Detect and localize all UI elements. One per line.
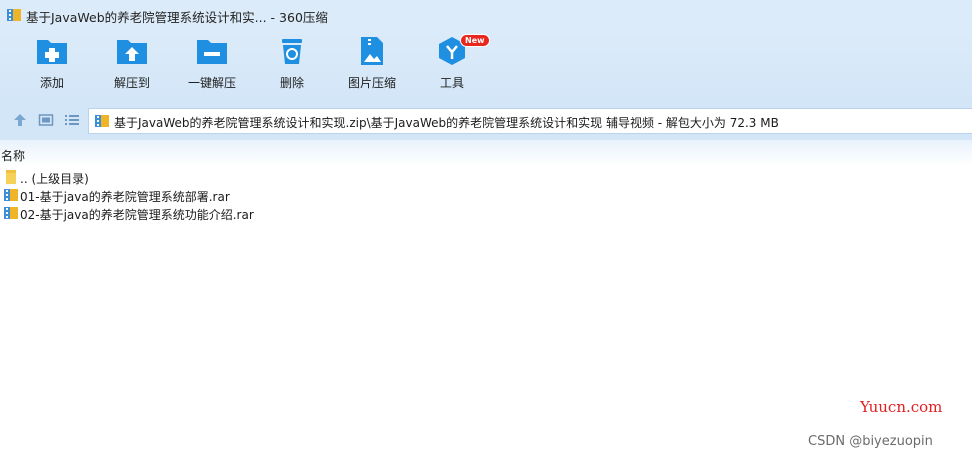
list-header: 名称	[0, 140, 972, 166]
add-button[interactable]: 添加	[12, 36, 92, 96]
image-compress-icon	[361, 37, 383, 65]
file-list: .. (上级目录) 01-基于java的养老院管理系统部署.rar 02-基于j…	[0, 168, 972, 222]
new-badge: New	[460, 34, 490, 47]
site-watermark: Yuucn.com	[860, 398, 943, 416]
file-name: 01-基于java的养老院管理系统部署.rar	[20, 190, 230, 204]
path-text: 基于JavaWeb的养老院管理系统设计和实现.zip\基于JavaWeb的养老院…	[114, 116, 779, 130]
window-title: 基于JavaWeb的养老院管理系统设计和实... - 360压缩	[26, 10, 328, 25]
author-watermark: CSDN @biyezuopin	[808, 434, 933, 449]
add-icon	[37, 40, 67, 64]
tools-label: 工具	[439, 76, 464, 90]
extract-to-label: 解压到	[113, 76, 150, 90]
delete-icon	[282, 39, 302, 64]
extract-to-button[interactable]: 解压到	[92, 36, 172, 96]
title-bar: 基于JavaWeb的养老院管理系统设计和实... - 360压缩	[0, 0, 972, 30]
one-click-extract-button[interactable]: 一键解压	[172, 36, 252, 96]
one-click-extract-icon	[197, 40, 227, 64]
image-compress-button[interactable]: 图片压缩	[332, 36, 412, 96]
address-bar: 基于JavaWeb的养老院管理系统设计和实现.zip\基于JavaWeb的养老院…	[0, 100, 972, 140]
main-toolbar: 添加 解压到 一键解压 删除 图片压缩 New 工具	[0, 30, 972, 100]
tools-button[interactable]: New 工具	[412, 34, 492, 96]
file-name: .. (上级目录)	[20, 172, 89, 186]
rar-file-icon	[4, 207, 18, 219]
delete-button[interactable]: 删除	[252, 36, 332, 96]
path-field[interactable]: 基于JavaWeb的养老院管理系统设计和实现.zip\基于JavaWeb的养老院…	[88, 108, 972, 134]
list-item[interactable]: 02-基于java的养老院管理系统功能介绍.rar	[0, 204, 972, 222]
list-view-icon[interactable]	[64, 112, 80, 128]
up-arrow-icon[interactable]	[12, 112, 28, 128]
add-label: 添加	[39, 76, 64, 90]
rar-file-icon	[4, 189, 18, 201]
folder-up-icon	[6, 170, 16, 184]
list-item[interactable]: .. (上级目录)	[0, 168, 972, 186]
column-name-header[interactable]: 名称	[1, 147, 25, 164]
delete-label: 删除	[279, 76, 304, 90]
extract-to-icon	[117, 40, 147, 64]
file-name: 02-基于java的养老院管理系统功能介绍.rar	[20, 208, 254, 222]
archive-app-icon	[7, 9, 21, 21]
archive-path-icon	[95, 115, 109, 127]
image-compress-label: 图片压缩	[347, 76, 396, 90]
one-click-extract-label: 一键解压	[187, 76, 236, 90]
thumbnail-view-icon[interactable]	[38, 112, 54, 128]
list-item[interactable]: 01-基于java的养老院管理系统部署.rar	[0, 186, 972, 204]
